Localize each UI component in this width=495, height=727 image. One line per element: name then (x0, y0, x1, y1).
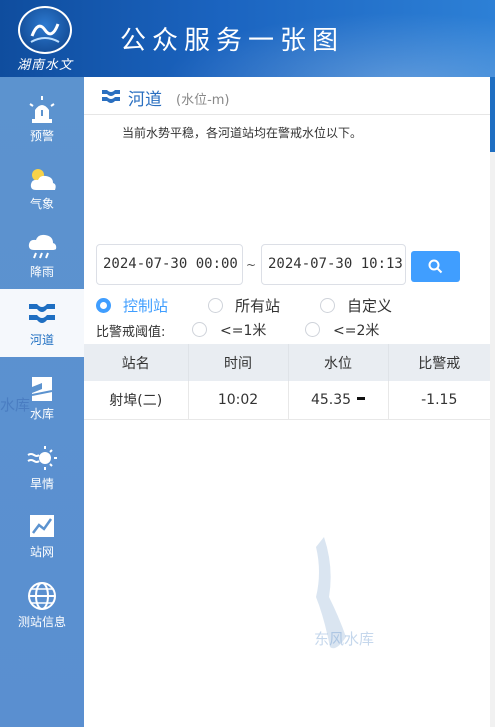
column-header-station[interactable]: 站名 (84, 344, 189, 381)
radio-threshold-2m[interactable] (305, 322, 320, 337)
warning-diff-cell: -1.15 (388, 381, 490, 420)
date-range-separator: ~ (246, 258, 257, 272)
level-value: 45.35 (310, 391, 352, 408)
sidebar-item-label: 降雨 (29, 265, 54, 279)
time-cell: 10:02 (188, 381, 289, 420)
logo-text: 湖南水文 (17, 58, 74, 73)
map-label: 东风水库 (314, 630, 375, 648)
panel-header: 河道 (水位-m) (84, 77, 490, 115)
river-icon (102, 90, 120, 103)
rain-cloud-icon (28, 234, 57, 259)
station-type-radio-group: 控制站 所有站 自定义 (96, 295, 486, 317)
radio-custom[interactable] (320, 298, 335, 313)
river-panel: 联城 东风水库 河道 (水位-m) 当前水势平稳，各河道站均在警戒水位以下。 2… (84, 77, 490, 727)
table-header-row: 站名 时间 水位 比警戒 (84, 344, 490, 381)
sidebar-item-warning[interactable]: 预警 (0, 85, 84, 153)
drought-icon (27, 446, 57, 470)
panel-title: 河道 (128, 90, 162, 110)
sidebar-item-station-network[interactable]: 站网 (0, 501, 84, 569)
sidebar-item-label: 测站信息 (17, 615, 66, 629)
radio-all-stations[interactable] (208, 298, 223, 313)
search-button[interactable] (411, 251, 460, 282)
reservoir-icon (31, 377, 53, 401)
sidebar-item-label: 气象 (29, 197, 54, 211)
trend-flat-icon (357, 396, 366, 400)
river-icon (29, 304, 55, 323)
column-header-level[interactable]: 水位 (288, 344, 389, 381)
threshold-radio-group: 比警戒阈值: <=1米 <=2米 (96, 318, 486, 340)
column-header-warning-diff[interactable]: 比警戒 (388, 344, 490, 381)
table-row[interactable]: 射埠(二) 10:02 45.35 -1.15 (84, 381, 490, 420)
water-status-notice: 当前水势平稳，各河道站均在警戒水位以下。 (122, 126, 363, 140)
radio-control-station[interactable] (96, 298, 111, 313)
search-icon (428, 259, 443, 274)
radio-label[interactable]: 自定义 (347, 295, 392, 316)
station-network-icon (30, 515, 54, 537)
scrollbar-thumb[interactable] (490, 77, 495, 152)
radio-label[interactable]: <=2米 (333, 320, 379, 340)
sidebar-item-river[interactable]: 河道 (0, 289, 84, 357)
radio-label[interactable]: <=1米 (220, 320, 266, 340)
radio-label[interactable]: 控制站 (123, 295, 168, 316)
map-label: 水库 (0, 396, 31, 414)
level-cell: 45.35 (288, 381, 389, 420)
app-header: 湖南水文 公众服务一张图 (0, 0, 495, 77)
hunan-hydrology-logo (18, 6, 72, 54)
sidebar-item-station-info[interactable]: 测站信息 (0, 571, 84, 639)
threshold-label: 比警戒阈值: (96, 325, 166, 340)
radio-label[interactable]: 所有站 (235, 295, 280, 316)
alarm-light-icon (29, 96, 55, 123)
river-station-table: 站名 时间 水位 比警戒 射埠(二) 10:02 45.35 -1.15 (84, 344, 490, 420)
scrollbar[interactable] (490, 77, 495, 727)
sidebar-item-label: 河道 (29, 333, 54, 347)
weather-icon (30, 169, 56, 190)
sidebar-item-weather[interactable]: 气象 (0, 153, 84, 221)
column-header-time[interactable]: 时间 (188, 344, 289, 381)
app-title: 公众服务一张图 (120, 26, 345, 56)
sidebar-item-label: 预警 (29, 129, 54, 143)
station-name-cell[interactable]: 射埠(二) (84, 381, 189, 420)
panel-unit: (水位-m) (176, 93, 230, 108)
sidebar-item-label: 站网 (29, 545, 54, 559)
sidebar-item-rainfall[interactable]: 降雨 (0, 221, 84, 289)
end-time-input[interactable]: 2024-07-30 10:13 (261, 244, 406, 285)
sidebar-item-drought[interactable]: 旱情 (0, 433, 84, 501)
globe-icon (28, 582, 56, 610)
radio-threshold-1m[interactable] (192, 322, 207, 337)
sidebar-item-label: 旱情 (29, 477, 54, 491)
start-time-input[interactable]: 2024-07-30 00:00 (96, 244, 243, 285)
